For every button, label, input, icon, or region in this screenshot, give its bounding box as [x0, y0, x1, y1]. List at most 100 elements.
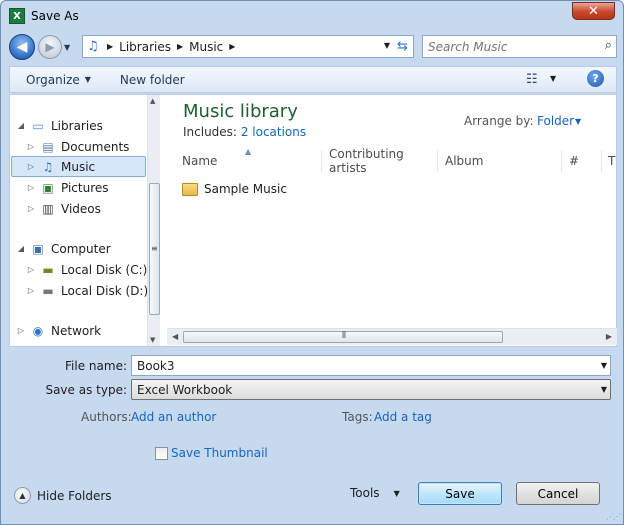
- chevron-down-icon[interactable]: ▼: [575, 117, 581, 126]
- save-as-type-value: Excel Workbook: [137, 382, 233, 397]
- sidebar-item-label: Network: [51, 323, 102, 338]
- new-folder-button[interactable]: New folder: [120, 73, 185, 87]
- column-header-album[interactable]: Album: [438, 150, 562, 172]
- save-button[interactable]: Save: [418, 482, 502, 505]
- sidebar-item-local-disk-c[interactable]: ▷ ▬ Local Disk (C:): [26, 259, 147, 280]
- scroll-right-icon[interactable]: ▶: [606, 332, 612, 341]
- expanded-icon[interactable]: ◢: [16, 244, 26, 253]
- navigation-pane: ◢ ▭ Libraries ▷ ▤ Documents ▷ ♫ Music ▷ …: [10, 95, 160, 346]
- sidebar-item-label: Computer: [51, 241, 111, 256]
- forward-button[interactable]: ▶: [38, 35, 62, 59]
- column-header-number[interactable]: #: [562, 150, 602, 172]
- folder-icon: [182, 182, 198, 196]
- resize-grip-icon[interactable]: ⋰⋰: [606, 512, 621, 521]
- collapsed-icon[interactable]: ▷: [26, 286, 36, 295]
- chevron-down-icon: ▼: [600, 385, 607, 394]
- refresh-button[interactable]: ⇆: [392, 35, 414, 58]
- cancel-button[interactable]: Cancel: [516, 482, 600, 505]
- grip-icon: ⦀: [342, 331, 346, 341]
- window-title: Save As: [31, 9, 79, 23]
- expanded-icon[interactable]: ◢: [16, 121, 26, 130]
- tags-label: Tags:: [342, 410, 373, 424]
- breadcrumb-music[interactable]: Music: [189, 40, 223, 54]
- network-icon: ◉: [32, 323, 44, 338]
- save-thumbnail-label[interactable]: Save Thumbnail: [171, 446, 268, 460]
- close-icon: ✕: [588, 3, 599, 19]
- arrange-by-dropdown[interactable]: Folder: [537, 114, 574, 128]
- sidebar-item-network[interactable]: ▷ ◉ Network: [16, 320, 101, 341]
- sidebar-item-videos[interactable]: ▷ ▥ Videos: [26, 198, 101, 219]
- locations-link[interactable]: 2 locations: [241, 125, 306, 139]
- breadcrumb-separator-icon[interactable]: ▶: [229, 42, 235, 51]
- arrange-by-label: Arrange by:: [464, 114, 534, 128]
- scroll-down-icon[interactable]: ▼: [150, 336, 155, 344]
- close-button[interactable]: ✕: [572, 2, 615, 20]
- save-as-dialog: X Save As ✕ ◀ ▶ ▼ ♫ ▶ Libraries ▶ Music …: [0, 0, 624, 525]
- collapsed-icon[interactable]: ▷: [26, 204, 36, 213]
- add-tag-link[interactable]: Add a tag: [374, 410, 432, 424]
- hide-folders-icon: ▲: [14, 487, 31, 504]
- search-icon[interactable]: ⌕: [605, 38, 612, 53]
- breadcrumb-separator-icon[interactable]: ▶: [107, 42, 113, 51]
- column-header-name[interactable]: Name: [175, 150, 322, 172]
- sidebar-item-music[interactable]: ▷ ♫ Music: [11, 156, 146, 177]
- search-box[interactable]: ⌕: [422, 35, 617, 58]
- address-dropdown-icon[interactable]: ▼: [384, 41, 390, 50]
- recent-pages-dropdown[interactable]: ▼: [64, 43, 76, 52]
- pictures-icon: ▣: [42, 180, 54, 195]
- sidebar-item-label: Pictures: [61, 180, 109, 195]
- scroll-left-icon[interactable]: ◀: [172, 332, 178, 341]
- organize-button[interactable]: Organize ▼: [26, 73, 91, 87]
- horizontal-scrollbar[interactable]: ◀ ⦀ ▶: [167, 328, 617, 345]
- hide-folders-label: Hide Folders: [37, 488, 112, 503]
- excel-icon: X: [9, 8, 25, 24]
- sidebar-item-local-disk-d[interactable]: ▷ ▬ Local Disk (D:): [26, 280, 148, 301]
- sidebar-item-pictures[interactable]: ▷ ▣ Pictures: [26, 177, 109, 198]
- collapsed-icon[interactable]: ▷: [26, 265, 36, 274]
- address-bar[interactable]: ♫ ▶ Libraries ▶ Music ▶ ▼: [82, 35, 395, 58]
- add-author-link[interactable]: Add an author: [131, 410, 216, 424]
- breadcrumb-separator-icon[interactable]: ▶: [177, 42, 183, 51]
- list-item[interactable]: Sample Music: [182, 179, 287, 199]
- title-bar[interactable]: X Save As ✕: [1, 1, 623, 31]
- file-name: Sample Music: [204, 182, 287, 196]
- help-icon[interactable]: ?: [587, 70, 604, 87]
- tools-button[interactable]: Tools ▼: [350, 486, 400, 500]
- back-icon: ◀: [16, 39, 28, 55]
- hide-folders-button[interactable]: ▲ Hide Folders: [14, 487, 112, 504]
- collapsed-icon[interactable]: ▷: [26, 162, 36, 171]
- collapsed-icon[interactable]: ▷: [16, 326, 26, 335]
- includes-label: Includes:: [183, 125, 237, 139]
- scroll-thumb[interactable]: ⦀: [183, 331, 503, 343]
- column-header-artists[interactable]: Contributing artists: [322, 147, 438, 175]
- column-header-title[interactable]: Ti: [602, 150, 616, 172]
- sidebar-item-documents[interactable]: ▷ ▤ Documents: [26, 136, 130, 157]
- browser-body: ◢ ▭ Libraries ▷ ▤ Documents ▷ ♫ Music ▷ …: [9, 94, 617, 347]
- scroll-up-icon[interactable]: ▲: [150, 97, 155, 105]
- tools-label: Tools: [350, 486, 380, 500]
- videos-icon: ▥: [42, 201, 54, 216]
- sidebar-item-computer[interactable]: ◢ ▣ Computer: [16, 238, 111, 259]
- sidebar-item-label: Music: [61, 159, 96, 174]
- file-name-value[interactable]: Book3: [137, 359, 175, 373]
- navigation-scrollbar[interactable]: ▲ ≡ ▼: [147, 95, 160, 346]
- search-input[interactable]: [428, 39, 588, 54]
- collapsed-icon[interactable]: ▷: [26, 183, 36, 192]
- chevron-down-icon: ▼: [84, 75, 91, 84]
- file-name-field[interactable]: Book3 ▼: [131, 355, 611, 376]
- save-as-type-select[interactable]: Excel Workbook ▼: [131, 379, 611, 400]
- sidebar-item-label: Libraries: [51, 118, 103, 133]
- collapsed-icon[interactable]: ▷: [26, 142, 36, 151]
- organize-label: Organize: [26, 72, 80, 87]
- breadcrumb-libraries[interactable]: Libraries: [119, 40, 171, 54]
- chevron-down-icon[interactable]: ▼: [601, 361, 607, 370]
- music-note-icon: ♫: [42, 159, 54, 174]
- scroll-thumb[interactable]: ≡: [149, 183, 160, 315]
- save-label: Save: [445, 486, 475, 501]
- views-icon[interactable]: ☷: [526, 72, 538, 87]
- sidebar-item-libraries[interactable]: ◢ ▭ Libraries: [16, 115, 103, 136]
- library-icon: ▭: [32, 118, 44, 133]
- save-thumbnail-checkbox[interactable]: [155, 447, 168, 460]
- views-dropdown-icon[interactable]: ▼: [550, 74, 556, 83]
- back-button[interactable]: ◀: [9, 34, 35, 60]
